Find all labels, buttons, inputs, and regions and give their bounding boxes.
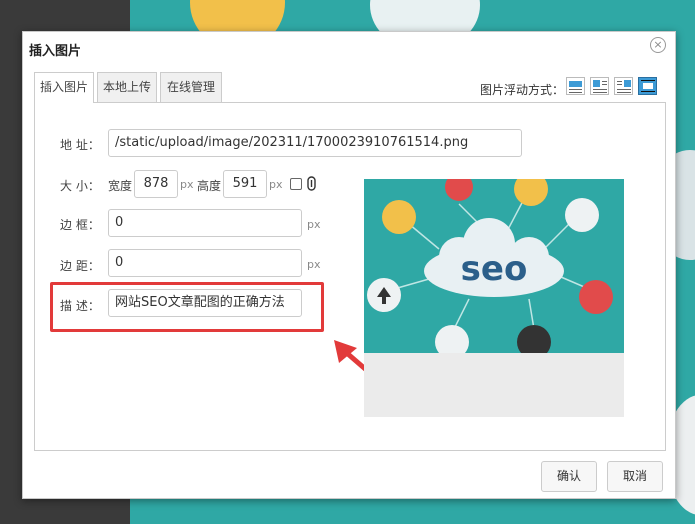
border-label: 边 框： — [60, 218, 100, 232]
dialog-title: 插入图片 — [29, 44, 82, 59]
height-input[interactable]: 591 — [223, 170, 267, 198]
confirm-button[interactable]: 确认 — [541, 461, 597, 492]
address-input[interactable]: /static/upload/image/202311/170002391076… — [108, 129, 522, 157]
border-unit: px — [307, 218, 321, 231]
float-right-icon[interactable] — [614, 77, 633, 95]
cancel-button[interactable]: 取消 — [607, 461, 663, 492]
margin-unit: px — [307, 258, 321, 271]
float-mode-label: 图片浮动方式： — [480, 83, 565, 97]
tab-insert-image[interactable]: 插入图片 — [34, 72, 94, 103]
address-label: 地 址： — [60, 138, 100, 152]
margin-label: 边 距： — [60, 259, 100, 273]
width-unit: px — [180, 178, 194, 191]
height-label: 高度 — [197, 179, 222, 193]
preview-image: seo — [364, 179, 624, 353]
tab-online-manage[interactable]: 在线管理 — [160, 72, 222, 102]
close-icon[interactable]: × — [650, 37, 666, 53]
width-label: 宽度 — [108, 179, 133, 193]
border-input[interactable]: 0 — [108, 209, 302, 237]
margin-input[interactable]: 0 — [108, 249, 302, 277]
height-unit: px — [269, 178, 283, 191]
highlight-box — [50, 282, 324, 332]
size-label: 大 小： — [60, 179, 100, 193]
float-left-icon[interactable] — [590, 77, 609, 95]
lock-ratio-checkbox[interactable] — [290, 178, 302, 190]
lock-icon — [307, 176, 316, 191]
tab-local-upload[interactable]: 本地上传 — [97, 72, 157, 102]
preview-seo-text: seo — [461, 249, 528, 289]
float-center-icon[interactable] — [638, 77, 657, 95]
width-input[interactable]: 878 — [134, 170, 178, 198]
float-none-icon[interactable] — [566, 77, 585, 95]
